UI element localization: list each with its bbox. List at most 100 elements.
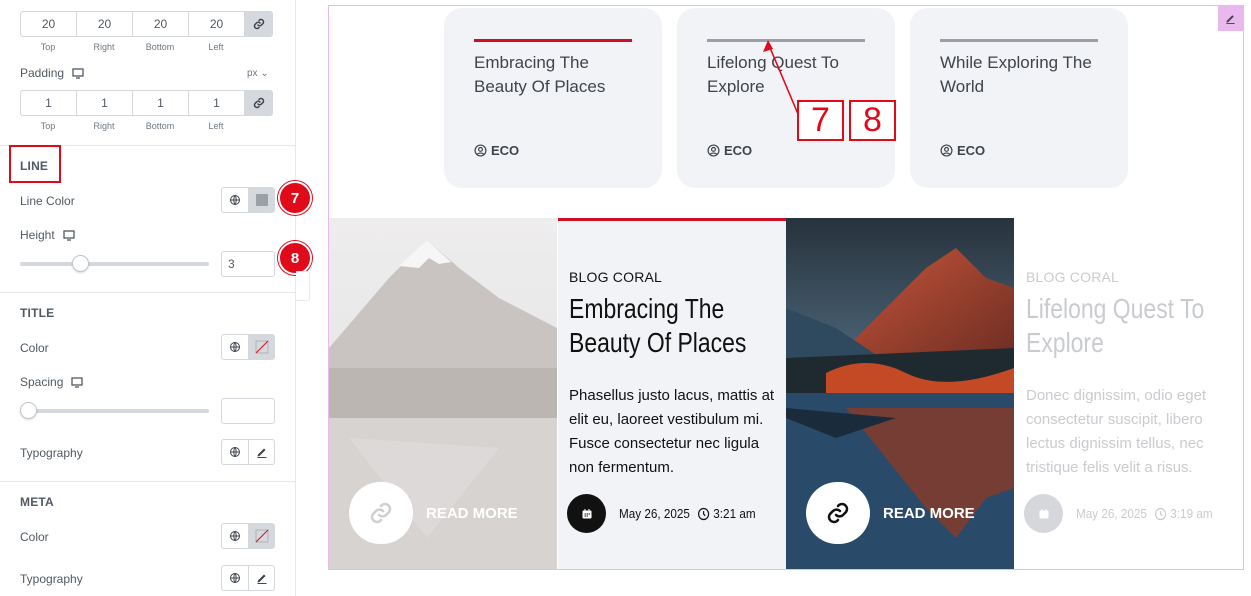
- edit-typography-button[interactable]: [248, 440, 274, 464]
- calendar-icon-circle: [567, 494, 606, 533]
- user-circle-icon: [707, 144, 720, 157]
- edit-typography-button[interactable]: [248, 566, 274, 590]
- padding-unit-select[interactable]: px ⌄: [247, 68, 269, 79]
- read-more-circle[interactable]: [349, 482, 413, 544]
- padding-unit: px: [247, 68, 258, 79]
- meta-color-label: Color: [20, 530, 49, 544]
- slide-active-line: [558, 218, 786, 221]
- title-typography-label: Typography: [20, 446, 83, 460]
- annotation-box-8: 8: [849, 100, 896, 141]
- slider-thumb[interactable]: [20, 402, 37, 419]
- edit-widget-button[interactable]: [1218, 6, 1243, 31]
- calendar-icon: [582, 508, 591, 518]
- annotation-badge-7: 7: [278, 181, 312, 215]
- global-colors-button[interactable]: [222, 335, 248, 359]
- meta-section-title[interactable]: META: [20, 495, 54, 509]
- card-meta-text: ECO: [491, 143, 520, 158]
- margin-bottom-input[interactable]: 20: [132, 11, 188, 37]
- slider-thumb[interactable]: [71, 255, 89, 272]
- slide-excerpt: Donec dignissim, odio eget consectetur s…: [1026, 387, 1207, 476]
- global-typography-button[interactable]: [222, 566, 248, 590]
- annotation-badge-8: 8: [278, 241, 312, 275]
- card-meta-text: ECO: [724, 143, 753, 158]
- height-label: Height: [20, 228, 55, 242]
- title-section-title[interactable]: TITLE: [20, 306, 54, 320]
- widget-preview[interactable]: Embracing The Beauty Of Places ECO Lifel…: [328, 5, 1244, 570]
- height-input[interactable]: 3: [221, 251, 275, 277]
- global-colors-button[interactable]: [222, 524, 248, 548]
- margin-top-input[interactable]: 20: [20, 11, 76, 37]
- read-more-link[interactable]: READ MORE: [349, 482, 518, 544]
- pencil-icon: [257, 448, 266, 458]
- user-circle-icon: [940, 144, 953, 157]
- spacing-slider[interactable]: [20, 402, 209, 419]
- link-values-button[interactable]: [244, 11, 273, 37]
- card-title: While Exploring The World: [940, 53, 1092, 96]
- link-values-button[interactable]: [244, 90, 273, 116]
- post-card-3[interactable]: While Exploring The World ECO: [910, 8, 1128, 188]
- read-more-link[interactable]: READ MORE: [806, 482, 975, 544]
- title-color-swatch[interactable]: [248, 335, 274, 359]
- color-swatch: [255, 194, 268, 206]
- padding-labels: Top Right Bottom Left: [20, 121, 244, 131]
- margin-left-input[interactable]: 20: [188, 11, 244, 37]
- slide-date: May 26, 2025 3:19 am: [1076, 506, 1213, 521]
- desktop-icon[interactable]: [63, 229, 75, 241]
- slide-title[interactable]: Embracing The Beauty Of Places: [569, 292, 779, 360]
- dim-label-top: Top: [40, 42, 56, 52]
- padding-left-input[interactable]: 1: [188, 90, 244, 116]
- height-slider[interactable]: [20, 255, 209, 272]
- slide-category[interactable]: BLOG CORAL: [1026, 269, 1119, 285]
- line-section-title[interactable]: LINE: [20, 159, 48, 173]
- global-typography-button[interactable]: [222, 440, 248, 464]
- card-meta-text: ECO: [957, 143, 986, 158]
- meta-typography-control[interactable]: [221, 565, 275, 591]
- annotation-box-7: 7: [797, 100, 844, 141]
- divider: [0, 292, 295, 293]
- card-line-active: [474, 39, 632, 42]
- dim-label-top: Top: [40, 121, 56, 131]
- link-icon: [827, 502, 849, 524]
- meta-color-control[interactable]: [221, 523, 275, 549]
- spacing-label-row: Spacing: [20, 375, 84, 389]
- slide-date: May 26, 2025 3:21 am: [619, 506, 756, 521]
- desktop-icon[interactable]: [72, 67, 84, 79]
- pencil-icon: [1226, 15, 1235, 24]
- slide-title[interactable]: Lifelong Quest To Explore: [1026, 292, 1236, 360]
- settings-panel: 20 20 20 20 Top Right Bottom Left Paddin…: [0, 0, 312, 596]
- padding-top-input[interactable]: 1: [20, 90, 76, 116]
- slide-content-2: BLOG CORAL Lifelong Quest To Explore Don…: [1015, 218, 1243, 569]
- line-color-control[interactable]: [221, 187, 275, 213]
- divider: [0, 481, 295, 482]
- post-card-1[interactable]: Embracing The Beauty Of Places ECO: [444, 8, 662, 188]
- read-more-circle[interactable]: [806, 482, 870, 544]
- slide-image-1[interactable]: READ MORE: [329, 218, 557, 569]
- padding-bottom-input[interactable]: 1: [132, 90, 188, 116]
- user-circle-icon: [474, 144, 487, 157]
- global-colors-button[interactable]: [222, 188, 248, 212]
- margin-right-input[interactable]: 20: [76, 11, 132, 37]
- meta-color-swatch[interactable]: [248, 524, 274, 548]
- read-more-text: READ MORE: [883, 504, 975, 522]
- title-color-control[interactable]: [221, 334, 275, 360]
- dim-label-bottom: Bottom: [145, 121, 175, 131]
- margin-dimensions: 20 20 20 20: [20, 11, 273, 37]
- dim-label-right: Right: [93, 42, 115, 52]
- dim-label-left: Left: [208, 121, 224, 131]
- padding-label: Padding: [20, 66, 65, 80]
- no-color-icon: [255, 340, 268, 354]
- slide-category[interactable]: BLOG CORAL: [569, 269, 662, 285]
- spacing-input[interactable]: [221, 398, 275, 424]
- title-typography-control[interactable]: [221, 439, 275, 465]
- time-text: 3:21 am: [713, 506, 756, 521]
- padding-right-input[interactable]: 1: [76, 90, 132, 116]
- height-label-row: Height: [20, 228, 75, 242]
- line-color-swatch[interactable]: [248, 188, 274, 212]
- meta-typography-label: Typography: [20, 572, 83, 586]
- panel-collapse-handle[interactable]: [296, 271, 310, 301]
- slide-image-2[interactable]: READ MORE: [786, 218, 1014, 569]
- card-title: Embracing The Beauty Of Places: [474, 53, 606, 96]
- globe-icon: [230, 195, 240, 205]
- clock-icon: [697, 507, 709, 520]
- desktop-icon[interactable]: [71, 376, 84, 388]
